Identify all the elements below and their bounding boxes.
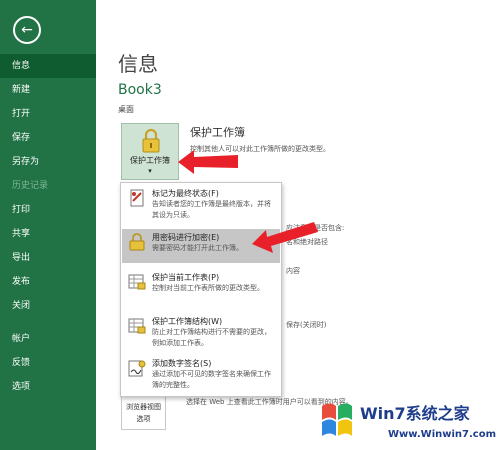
- browser-view-label-line2: 选项: [136, 415, 151, 423]
- menu-item-title: 保护工作簿结构(W): [152, 317, 223, 326]
- lock-key-icon: [142, 128, 160, 153]
- sidebar-item-export[interactable]: 导出: [0, 246, 96, 270]
- watermark-brand: Win7系统之家: [360, 404, 470, 423]
- menu-item-title: 添加数字签名(S): [152, 359, 212, 368]
- red-arrow-icon: [252, 222, 318, 253]
- mark-final-icon: [130, 189, 144, 207]
- watermark-url: Www.Winwin7.com: [388, 429, 497, 440]
- sidebar-nav: 信息 新建 打开 保存 另存为 历史记录 打印 共享 导出 发布 关闭 帐户 反…: [0, 54, 96, 399]
- protect-workbook-button[interactable]: 保护工作簿 ▾: [121, 123, 179, 180]
- sidebar-item-save[interactable]: 保存: [0, 126, 96, 150]
- protect-section-title: 保护工作簿: [190, 126, 245, 139]
- site-watermark: Win7系统之家 Www.Winwin7.com: [300, 398, 497, 448]
- encrypt-lock-icon: [129, 233, 145, 251]
- protect-sheet-icon: [128, 274, 146, 290]
- inspect-text-fragment-3: 内容: [286, 267, 300, 275]
- menu-item-add-digital-signature[interactable]: 添加数字签名(S) 通过添加不可见的数字签名来确保工作簿的完整性。: [122, 355, 280, 395]
- digital-signature-icon: [128, 360, 146, 377]
- red-arrow-icon: [178, 150, 238, 174]
- sidebar-item-info[interactable]: 信息: [0, 54, 96, 78]
- sidebar-item-options[interactable]: 选项: [0, 375, 96, 399]
- browser-view-options-label: 浏览器视图 选项: [122, 401, 165, 425]
- windows-flag-logo-icon: [322, 403, 352, 436]
- backstage-sidebar: ← 信息 新建 打开 保存 另存为 历史记录 打印 共享 导出 发布 关闭 帐户…: [0, 0, 96, 450]
- workbook-location: 桌面: [118, 105, 134, 114]
- protect-workbook-menu: 标记为最终状态(F) 告知读者您的工作簿是最终版本，并将其设为只读。 用密码进行…: [120, 182, 282, 397]
- sidebar-item-account[interactable]: 帐户: [0, 327, 96, 351]
- sidebar-item-feedback[interactable]: 反馈: [0, 351, 96, 375]
- sidebar-item-history: 历史记录: [12, 181, 49, 191]
- back-button[interactable]: ←: [13, 16, 41, 44]
- menu-item-description: 通过添加不可见的数字签名来确保工作簿的完整性。: [152, 370, 271, 389]
- workbook-name: Book3: [118, 82, 162, 98]
- sidebar-item-print[interactable]: 打印: [0, 198, 96, 222]
- back-arrow-icon: ←: [21, 22, 33, 38]
- browser-view-label-line1: 浏览器视图: [126, 403, 161, 411]
- chevron-down-icon: ▾: [148, 167, 152, 175]
- menu-item-description: 防止对工作簿结构进行不需要的更改，例如添加工作表。: [152, 328, 271, 347]
- sidebar-item-save-as[interactable]: 另存为: [0, 150, 96, 174]
- menu-item-protect-current-sheet[interactable]: 保护当前工作表(P) 控制对当前工作表所做的更改类型。: [122, 269, 280, 309]
- menu-item-protect-workbook-structure[interactable]: 保护工作簿结构(W) 防止对工作簿结构进行不需要的更改，例如添加工作表。: [122, 313, 280, 353]
- sidebar-item-close[interactable]: 关闭: [0, 294, 96, 318]
- page-title: 信息: [118, 52, 158, 76]
- menu-item-title: 用密码进行加密(E): [152, 233, 220, 242]
- sidebar-item-open[interactable]: 打开: [0, 102, 96, 126]
- sidebar-item-new[interactable]: 新建: [0, 78, 96, 102]
- menu-item-description: 控制对当前工作表所做的更改类型。: [152, 284, 264, 292]
- menu-item-title: 标记为最终状态(F): [152, 189, 219, 198]
- versions-text-fragment: 保存(关闭时): [286, 321, 327, 329]
- menu-item-title: 保护当前工作表(P): [152, 273, 220, 282]
- protect-workbook-label: 保护工作簿: [130, 156, 170, 165]
- sidebar-item-share[interactable]: 共享: [0, 222, 96, 246]
- protect-structure-icon: [128, 318, 146, 334]
- sidebar-item-publish[interactable]: 发布: [0, 270, 96, 294]
